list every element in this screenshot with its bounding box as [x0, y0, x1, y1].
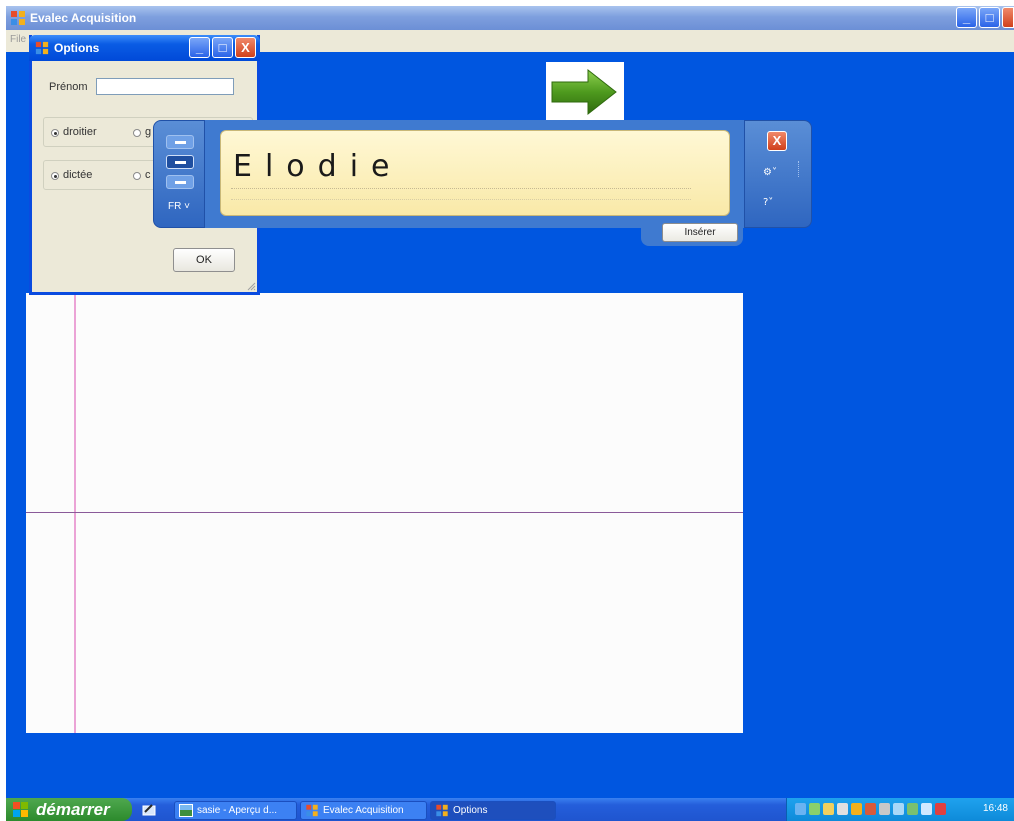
prenom-label: Prénom	[49, 81, 88, 93]
windows-flag-icon	[13, 802, 28, 817]
options-dialog-title: Options	[54, 41, 100, 55]
help-icon[interactable]	[893, 803, 904, 815]
ink-area[interactable]: Elodie	[220, 130, 730, 216]
gaucher-radio[interactable]	[133, 129, 141, 137]
right-arrow-icon	[551, 68, 617, 116]
start-button[interactable]: démarrer	[6, 798, 132, 821]
network-icon[interactable]	[795, 803, 806, 815]
dictee-radio[interactable]	[51, 172, 59, 180]
help-menu-button[interactable]: ?˅	[763, 197, 773, 208]
gaucher-label: g	[145, 126, 152, 138]
droitier-label: droitier	[63, 126, 97, 138]
ok-button[interactable]: OK	[173, 248, 235, 272]
security-shield-icon[interactable]	[851, 803, 862, 815]
taskbar: démarrer sasie - Aperçu d... Evalec Acqu…	[6, 798, 1014, 821]
task-label: sasie - Aperçu d...	[197, 805, 278, 816]
character-pad-mode-button[interactable]	[166, 155, 194, 169]
prenom-input[interactable]	[96, 78, 234, 95]
keyboard-mode-button[interactable]	[166, 175, 194, 189]
language-selector[interactable]: FR ˅	[168, 201, 190, 212]
writing-midline	[26, 512, 743, 513]
alert-icon[interactable]	[935, 803, 946, 815]
task-label: Options	[453, 805, 488, 816]
menu-file[interactable]: File	[10, 34, 26, 45]
pen-icon[interactable]	[809, 803, 820, 815]
dock-grip[interactable]	[798, 161, 801, 177]
antivirus-icon[interactable]	[865, 803, 876, 815]
main-titlebar[interactable]: Evalec Acquisition _ □	[6, 6, 1014, 30]
tip-close-button[interactable]: X	[767, 131, 787, 151]
main-minimize-button[interactable]: _	[956, 7, 977, 28]
main-maximize-button[interactable]: □	[979, 7, 1000, 28]
tip-left-toolbar: FR ˅	[153, 120, 205, 228]
main-close-button[interactable]	[1002, 7, 1014, 28]
resize-grip-icon[interactable]	[246, 281, 256, 291]
app-icon	[436, 804, 448, 817]
start-label: démarrer	[36, 800, 110, 819]
options-minimize-button[interactable]: _	[189, 37, 210, 58]
handwriting-input-panel: FR ˅ Elodie X ⚙˅ ?˅ Insérer	[153, 120, 812, 246]
writing-pad-mode-button[interactable]	[166, 135, 194, 149]
app-icon	[11, 11, 25, 25]
image-viewer-icon	[179, 804, 193, 817]
baseline-guide	[231, 188, 691, 189]
tip-right-toolbar: X ⚙˅ ?˅	[744, 120, 812, 228]
options-close-button[interactable]: X	[235, 37, 256, 58]
insert-button[interactable]: Insérer	[662, 223, 738, 242]
task-sasie[interactable]: sasie - Aperçu d...	[174, 801, 297, 820]
copie-radio[interactable]	[133, 172, 141, 180]
tools-menu-button[interactable]: ⚙˅	[763, 167, 777, 178]
clock: 16:48	[982, 803, 1008, 814]
copie-label: c	[145, 169, 151, 181]
lower-guide	[231, 199, 691, 200]
keyboard-icon[interactable]	[837, 803, 848, 815]
app-icon	[306, 804, 318, 817]
margin-line	[74, 293, 76, 733]
tip-main: Elodie	[205, 120, 744, 228]
display-icon[interactable]	[921, 803, 932, 815]
dictee-label: dictée	[63, 169, 93, 181]
options-app-icon	[35, 41, 49, 55]
update-icon[interactable]	[907, 803, 918, 815]
search-icon[interactable]	[823, 803, 834, 815]
task-options[interactable]: Options	[430, 801, 556, 820]
show-desktop-icon[interactable]	[142, 803, 156, 816]
task-evalec-acquisition[interactable]: Evalec Acquisition	[300, 801, 427, 820]
writing-area[interactable]	[26, 293, 743, 733]
system-tray: 16:48	[786, 798, 1014, 821]
options-titlebar[interactable]: Options _ □ X	[29, 35, 260, 61]
task-label: Evalec Acquisition	[323, 805, 404, 816]
options-maximize-button[interactable]: □	[212, 37, 233, 58]
recognized-text: Elodie	[233, 149, 403, 184]
main-window-title: Evalec Acquisition	[30, 11, 137, 25]
volume-icon[interactable]	[879, 803, 890, 815]
droitier-radio[interactable]	[51, 129, 59, 137]
next-arrow-button[interactable]	[546, 62, 624, 120]
